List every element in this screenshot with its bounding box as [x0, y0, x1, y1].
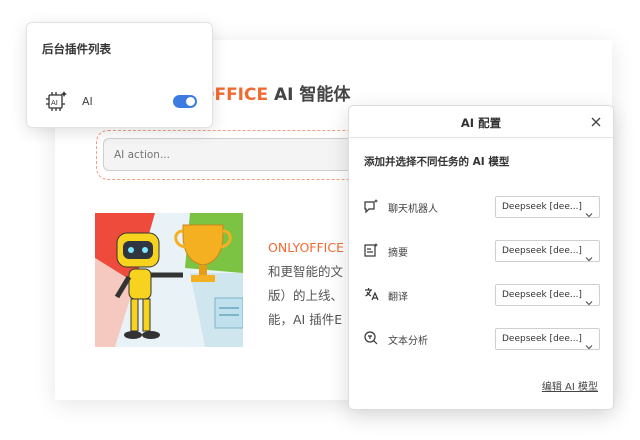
task-label: 摘要: [388, 248, 408, 259]
dialog-subtitle: 添加并选择不同任务的 AI 模型: [364, 156, 510, 168]
dialog-title: AI 配置: [460, 116, 502, 130]
chevron-down-icon: [585, 248, 593, 262]
promo-line: ONLYOFFICE: [268, 240, 344, 255]
chat-sparkle-icon: [363, 198, 379, 214]
title-rest: AI 智能体: [268, 85, 351, 105]
dialog-header: AI 配置: [349, 106, 613, 138]
model-select-chatbot[interactable]: Deepseek [dee...]: [495, 196, 600, 218]
model-select-text-analysis[interactable]: Deepseek [dee...]: [495, 328, 600, 350]
model-select-summary[interactable]: Deepseek [dee...]: [495, 240, 600, 262]
promo-line: 版）的上线、: [268, 288, 344, 303]
promo-line: 和更智能的文: [268, 264, 344, 279]
model-select-value: Deepseek [dee...]: [502, 246, 582, 256]
plugin-row-ai: AI AI: [42, 87, 202, 113]
model-select-value: Deepseek [dee...]: [502, 290, 582, 300]
close-icon[interactable]: [589, 114, 603, 128]
task-row-chatbot: 聊天机器人 Deepseek [dee...]: [363, 196, 601, 218]
model-select-value: Deepseek [dee...]: [502, 334, 582, 344]
plugin-ai-toggle[interactable]: [173, 95, 197, 108]
summary-icon: [363, 242, 379, 258]
plugins-panel-title: 后台插件列表: [42, 42, 111, 56]
ai-action-highlight: [96, 130, 366, 180]
edit-ai-models-link[interactable]: 编辑 AI 模型: [542, 378, 598, 393]
ai-config-dialog: AI 配置 添加并选择不同任务的 AI 模型 聊天机器人 Deepseek [d…: [348, 105, 614, 410]
svg-text:AI: AI: [51, 99, 58, 107]
promo-line: 能，AI 插件E: [268, 312, 343, 327]
promo-text: ONLYOFFICE 和更智能的文 版）的上线、 能，AI 插件E: [268, 236, 350, 332]
task-label: 文本分析: [388, 336, 428, 347]
task-label: 翻译: [388, 292, 408, 303]
model-select-translate[interactable]: Deepseek [dee...]: [495, 284, 600, 306]
chevron-down-icon: [585, 204, 593, 218]
document-title: OFFICE AI 智能体: [200, 80, 350, 105]
task-row-text-analysis: 文本分析 Deepseek [dee...]: [363, 328, 601, 350]
task-row-translate: 翻译 Deepseek [dee...]: [363, 284, 601, 306]
chevron-down-icon: [585, 336, 593, 350]
ai-action-input[interactable]: [103, 138, 365, 171]
ai-chip-icon: AI: [44, 89, 68, 113]
chevron-down-icon: [585, 292, 593, 306]
task-row-summary: 摘要 Deepseek [dee...]: [363, 240, 601, 262]
toggle-knob: [186, 97, 195, 106]
robot-trophy-illustration: [95, 213, 243, 347]
plugin-name: AI: [82, 95, 93, 108]
model-select-value: Deepseek [dee...]: [502, 202, 582, 212]
task-label: 聊天机器人: [388, 204, 438, 215]
background-plugins-panel: 后台插件列表 AI AI: [26, 22, 213, 128]
text-analysis-icon: [363, 330, 379, 346]
translate-icon: [363, 286, 379, 302]
